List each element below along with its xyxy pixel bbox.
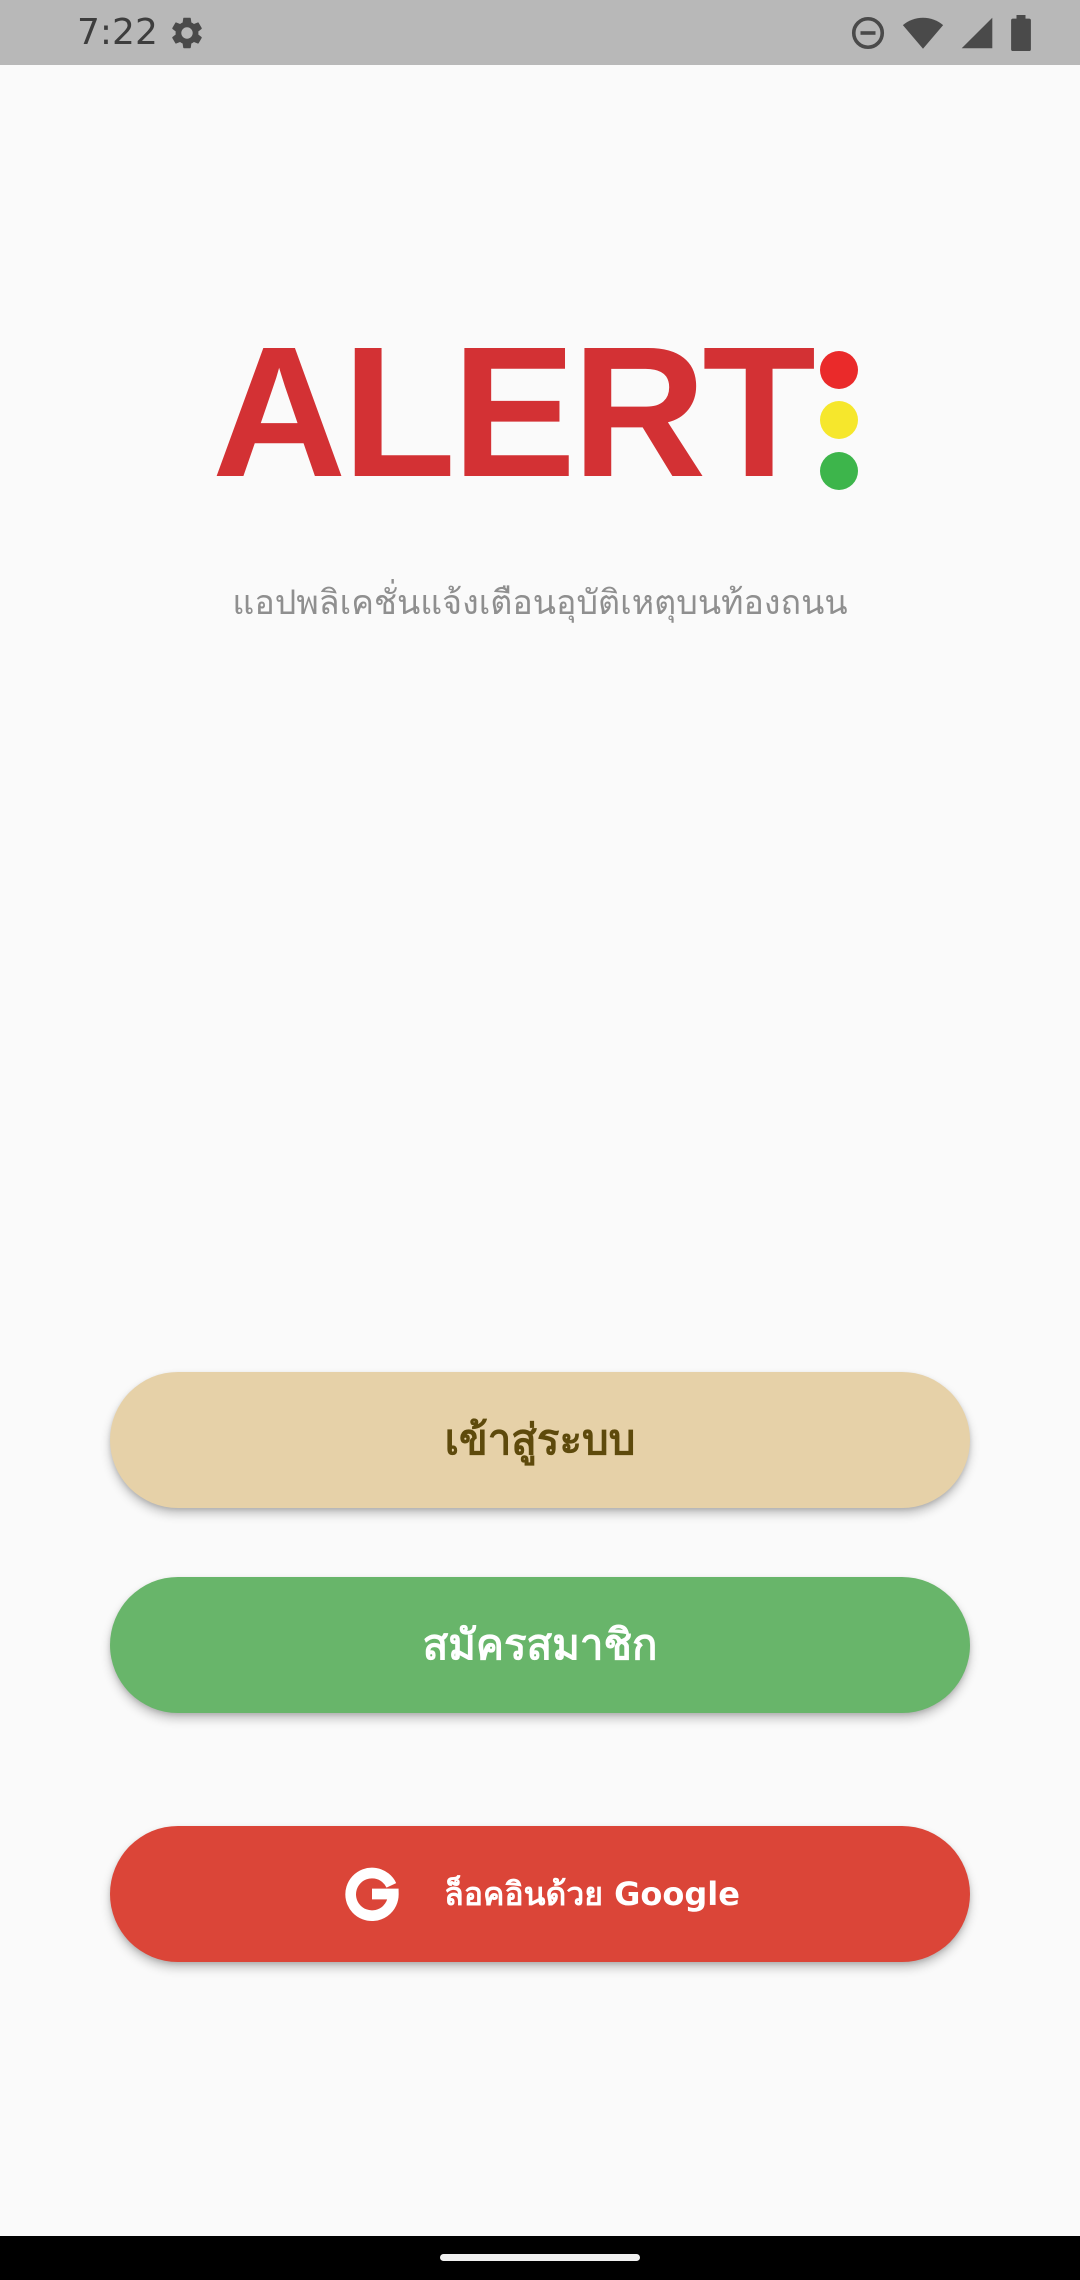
wifi-icon xyxy=(902,17,944,49)
google-login-label: ล็อคอินด้วย Google xyxy=(444,1874,740,1913)
home-gesture-handle[interactable] xyxy=(440,2254,640,2261)
register-button[interactable]: สมัครสมาชิก xyxy=(110,1577,970,1713)
traffic-light-yellow-icon xyxy=(820,401,858,439)
battery-icon xyxy=(1011,15,1031,51)
status-bar: 7:22 xyxy=(0,0,1080,65)
traffic-light-green-icon xyxy=(820,452,858,490)
navigation-bar xyxy=(0,2236,1080,2280)
logo-text: ALERT xyxy=(212,309,816,516)
signal-icon xyxy=(961,17,993,49)
register-button-label: สมัครสมาชิก xyxy=(422,1620,658,1669)
status-time: 7:22 xyxy=(77,12,158,53)
app-tagline: แอปพลิเคชั่นแจ้งเตือนอุบัติเหตุบนท้องถนน xyxy=(232,583,848,623)
do-not-disturb-icon xyxy=(851,16,885,50)
status-icons xyxy=(834,14,1032,52)
google-login-button[interactable]: ล็อคอินด้วย Google xyxy=(110,1826,970,1962)
login-button-label: เข้าสู่ระบบ xyxy=(444,1415,636,1464)
login-button[interactable]: เข้าสู่ระบบ xyxy=(110,1372,970,1508)
settings-icon xyxy=(172,17,202,49)
google-icon xyxy=(345,1867,399,1922)
traffic-light-red-icon xyxy=(820,351,858,389)
app-logo: ALERT xyxy=(0,309,1080,516)
